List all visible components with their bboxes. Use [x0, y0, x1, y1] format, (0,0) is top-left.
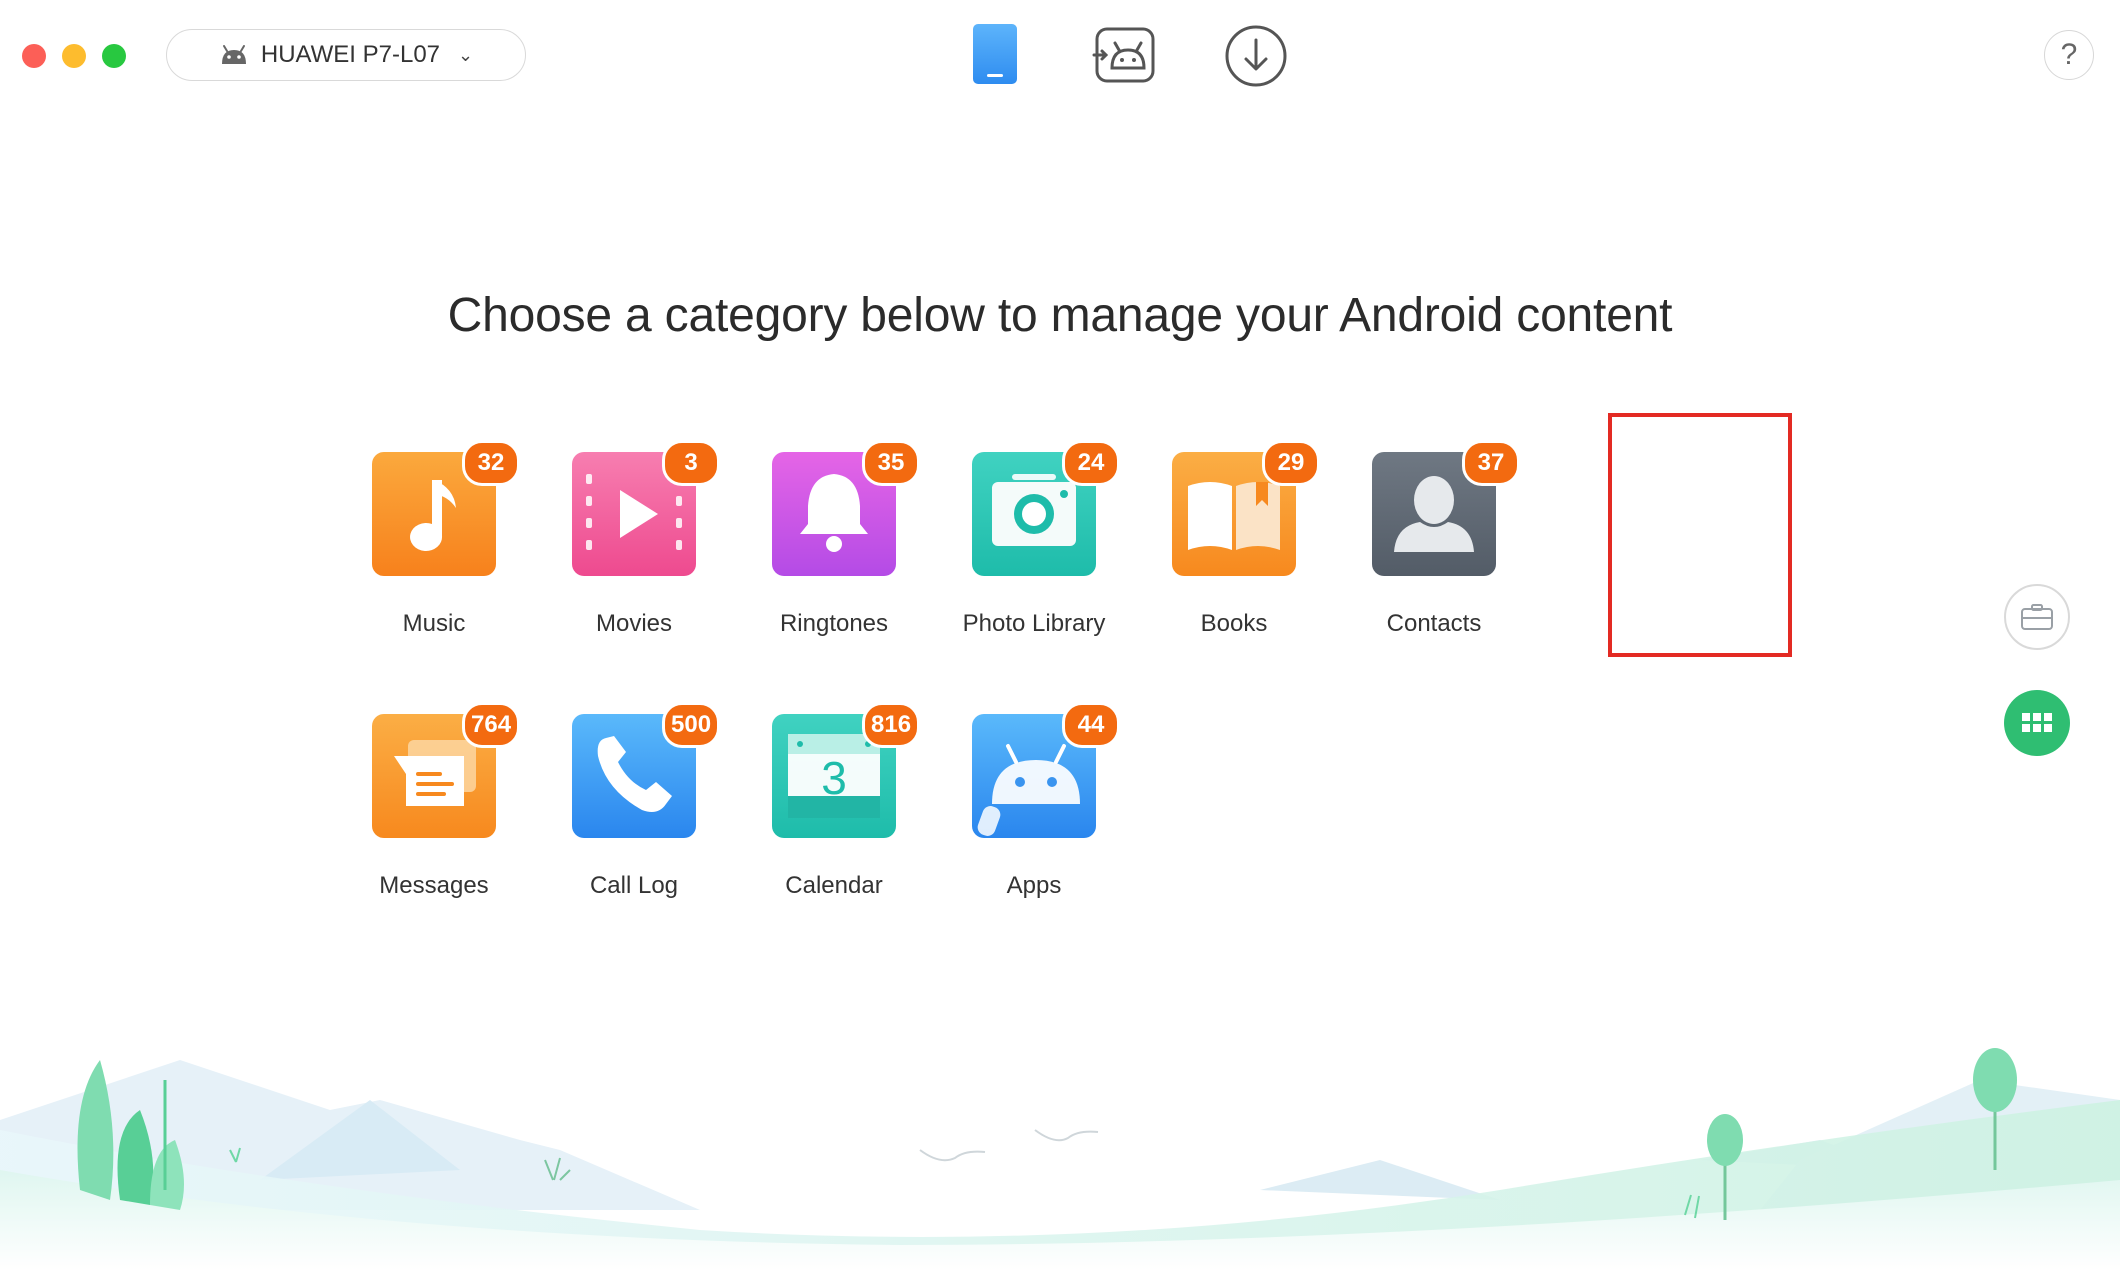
category-apps[interactable]: 44 Apps	[934, 702, 1134, 924]
category-messages[interactable]: 764 Messages	[334, 702, 534, 924]
device-name: HUAWEI P7-L07	[260, 41, 441, 68]
category-calendar[interactable]: 3 816 Calendar	[734, 702, 934, 924]
device-selector[interactable]: HUAWEI P7-L07 ⌄	[166, 29, 526, 81]
category-call-log[interactable]: 500 Call Log	[534, 702, 734, 924]
category-label: Contacts	[1386, 610, 1482, 637]
count-badge: 500	[662, 702, 721, 748]
grid-icon	[2022, 713, 2052, 732]
briefcase-icon	[2021, 604, 2053, 630]
landscape-illustration	[0, 1048, 2120, 1270]
android-mover-tab[interactable]	[1092, 26, 1158, 89]
help-icon: ?	[2060, 38, 2078, 71]
android-icon	[221, 45, 246, 64]
category-music[interactable]: 32 Music	[334, 440, 534, 662]
downloader-tab[interactable]	[1224, 24, 1288, 93]
help-button[interactable]: ?	[2044, 30, 2094, 80]
count-badge: 764	[462, 702, 521, 748]
category-books[interactable]: 29 Books	[1134, 440, 1334, 662]
toolbox-button[interactable]	[2004, 584, 2070, 650]
android-transfer-icon	[1092, 27, 1155, 83]
count-badge: 3	[662, 440, 720, 486]
category-movies[interactable]: 3 Movies	[534, 440, 734, 662]
category-contacts[interactable]: 37 Contacts	[1334, 440, 1534, 662]
count-badge: 29	[1262, 440, 1320, 486]
category-label: Apps	[1006, 872, 1062, 899]
download-icon	[1225, 25, 1287, 87]
count-badge: 32	[462, 440, 520, 486]
count-badge: 24	[1062, 440, 1120, 486]
chevron-down-icon: ⌄	[458, 44, 474, 65]
category-photo-library[interactable]: 24 Photo Library	[934, 440, 1134, 662]
window-zoom-button[interactable]	[102, 44, 126, 68]
count-badge: 35	[862, 440, 920, 486]
count-badge: 816	[862, 702, 921, 748]
category-grid-button[interactable]	[2004, 690, 2070, 756]
device-manager-tab[interactable]	[971, 22, 1019, 91]
window-minimize-button[interactable]	[62, 44, 86, 68]
count-badge: 37	[1462, 440, 1520, 486]
calendar-day: 3	[821, 752, 847, 804]
phone-icon	[973, 24, 1017, 84]
selection-highlight	[1608, 413, 1792, 657]
page-title: Choose a category below to manage your A…	[447, 289, 1673, 342]
count-badge: 44	[1062, 702, 1120, 748]
category-ringtones[interactable]: 35 Ringtones	[734, 440, 934, 662]
window-close-button[interactable]	[22, 44, 46, 68]
